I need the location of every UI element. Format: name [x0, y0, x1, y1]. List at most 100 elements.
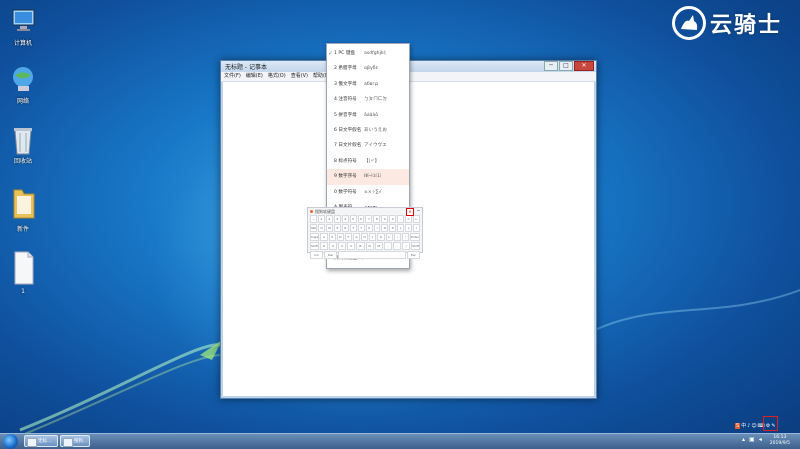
window-title: 无标题 - 记事本	[225, 64, 267, 71]
keyboard-key[interactable]	[338, 251, 406, 259]
clock[interactable]: 16:13 2019/9/5	[770, 435, 790, 447]
menu-item-number-sequence[interactable]: 9 数字序号 ⅠⅡ㈠①⑴	[327, 169, 409, 185]
keyboard-key[interactable]: ~	[310, 215, 317, 223]
keyboard-key[interactable]: K	[377, 233, 385, 241]
keyboard-key[interactable]: V	[347, 242, 356, 250]
keyboard-key[interactable]: '	[401, 233, 409, 241]
computer-icon	[8, 6, 38, 36]
keyboard-key[interactable]: 6	[357, 215, 365, 223]
keyboard-key[interactable]: Enter	[409, 233, 421, 241]
keyboard-key[interactable]: Z	[319, 242, 328, 250]
keyboard-key[interactable]: Del	[324, 251, 337, 259]
menu-item-hiragana[interactable]: 6 日文平假名 あいうえお	[327, 123, 409, 138]
taskbar: 无标... 搜狗... 16:13 2019/9/5	[0, 433, 800, 449]
menu-item-katakana[interactable]: 7 日文片假名 アイウヴエ	[327, 138, 409, 153]
keyboard-key[interactable]: Y	[357, 224, 365, 232]
keyboard-key[interactable]: =	[405, 215, 412, 223]
keyboard-key[interactable]: ,	[383, 242, 392, 250]
keyboard-key[interactable]: G	[352, 233, 361, 241]
keyboard-key[interactable]: 4	[341, 215, 349, 223]
tray-network-icon[interactable]: ▣	[749, 436, 755, 443]
keyboard-key[interactable]: Caps	[310, 233, 320, 241]
menu-item-punctuation[interactable]: 8 标点符号 【|〃】	[327, 154, 409, 169]
keyboard-key[interactable]: X	[328, 242, 338, 250]
keyboard-key[interactable]: Shift	[411, 242, 421, 250]
menu-item-zhuyin[interactable]: 4 注音符号 ㄅㄆㄇㄈㄉ	[327, 92, 409, 107]
desktop-icon-folder[interactable]: 新件	[0, 186, 46, 233]
keyboard-key[interactable]: 3	[333, 215, 341, 223]
menu-edit[interactable]: 编辑(E)	[246, 72, 263, 81]
minimize-button[interactable]: ─	[544, 61, 558, 71]
soft-keyboard[interactable]: 搜狗软键盘 × ─ ~1 2 3 4 5 6 7 8 9 0- = ← Tab Q W E R T Y U I O P[] \…	[307, 207, 423, 259]
keyboard-key[interactable]: L	[385, 233, 393, 241]
menu-view[interactable]: 查看(V)	[291, 72, 308, 81]
ime-emoji-icon[interactable]: ☺	[751, 423, 756, 429]
maximize-button[interactable]: □	[559, 61, 573, 71]
keyboard-key[interactable]: T	[349, 224, 357, 232]
menu-item-greek[interactable]: 2 希腊字母 αβγδε	[327, 61, 409, 76]
sogou-ime-icon[interactable]: S	[735, 422, 741, 429]
tray-volume-icon[interactable]: ◂	[759, 436, 762, 443]
keyboard-key[interactable]: J	[369, 233, 377, 241]
keyboard-key[interactable]: B	[356, 242, 365, 250]
keyboard-key[interactable]: 9	[381, 215, 389, 223]
ime-mode-button[interactable]: 中	[741, 422, 746, 429]
keyboard-key[interactable]: O	[381, 224, 389, 232]
desktop-icon-label: 计算机	[13, 40, 32, 47]
keyboard-key[interactable]: R	[341, 224, 349, 232]
keyboard-key[interactable]: W	[326, 224, 333, 232]
soft-keyboard-close-button[interactable]: ×	[406, 208, 414, 216]
keyboard-key[interactable]: N	[365, 242, 374, 250]
keyboard-key[interactable]: 7	[365, 215, 373, 223]
keyboard-key[interactable]: C	[338, 242, 347, 250]
desktop-icon-recycle-bin[interactable]: 回收站	[0, 124, 46, 165]
menu-format[interactable]: 格式(O)	[268, 72, 286, 81]
desktop-icon-computer[interactable]: 计算机	[0, 6, 46, 47]
soft-keyboard-keys: ~1 2 3 4 5 6 7 8 9 0- = ← Tab Q W E R T Y U I O P[] \ Caps A S D F G H…	[308, 215, 422, 259]
keyboard-key[interactable]: 5	[349, 215, 357, 223]
menu-item-russian[interactable]: 3 俄文字母 абвгд	[327, 77, 409, 92]
close-button[interactable]: ✕	[574, 61, 594, 71]
start-button[interactable]	[3, 434, 18, 449]
menu-item-pc-keyboard[interactable]: ✓ 1 PC 键盘 asdfghjkl;	[327, 46, 409, 61]
keyboard-key[interactable]: ;	[393, 233, 401, 241]
tray-icons: ▴ ▣ ◂	[742, 436, 762, 443]
keyboard-key[interactable]: .	[392, 242, 402, 250]
taskbar-button-keyboard[interactable]: 搜狗...	[60, 435, 90, 447]
desktop-icon-text-file[interactable]: 1	[0, 250, 46, 295]
keyboard-key[interactable]: \	[413, 224, 421, 232]
keyboard-key[interactable]: Ins	[310, 251, 323, 259]
keyboard-key[interactable]: I	[373, 224, 381, 232]
keyboard-key[interactable]: ←	[412, 215, 420, 223]
menu-item-math-symbols[interactable]: 0 数学符号 ±×÷∑√	[327, 185, 409, 200]
keyboard-key[interactable]: H	[361, 233, 369, 241]
menu-file[interactable]: 文件(F)	[224, 72, 241, 81]
keyboard-key[interactable]: F	[344, 233, 352, 241]
desktop-icon-network[interactable]: 网络	[0, 64, 46, 105]
keyboard-key[interactable]: -	[397, 215, 405, 223]
soft-keyboard-minimize-button[interactable]: ─	[417, 208, 420, 215]
keyboard-key[interactable]: ]	[405, 224, 413, 232]
keyboard-key[interactable]: U	[365, 224, 373, 232]
tray-arrow-icon[interactable]: ▴	[742, 436, 745, 443]
keyboard-key[interactable]: Q	[318, 224, 326, 232]
keyboard-key[interactable]: M	[374, 242, 383, 250]
taskbar-button-notepad[interactable]: 无标...	[24, 435, 58, 447]
keyboard-key[interactable]: P	[389, 224, 397, 232]
keyboard-key[interactable]: 0	[389, 215, 397, 223]
keyboard-key[interactable]: 1	[317, 215, 325, 223]
keyboard-key[interactable]: Shift	[310, 242, 319, 250]
keyboard-key[interactable]: [	[397, 224, 405, 232]
keyboard-key[interactable]: D	[336, 233, 344, 241]
keyboard-key[interactable]: E	[333, 224, 341, 232]
keyboard-key[interactable]: A	[320, 233, 328, 241]
desktop-icon-label: 网络	[16, 98, 29, 105]
ime-moon-icon[interactable]: ♪	[747, 423, 750, 429]
keyboard-key[interactable]: /	[402, 242, 411, 250]
keyboard-key[interactable]: Esc	[407, 251, 420, 259]
keyboard-key[interactable]: 2	[325, 215, 333, 223]
menu-item-pinyin[interactable]: 5 拼音字母 āáǎàō	[327, 108, 409, 123]
keyboard-key[interactable]: 8	[373, 215, 381, 223]
keyboard-key[interactable]: S	[328, 233, 336, 241]
keyboard-key[interactable]: Tab	[310, 224, 318, 232]
